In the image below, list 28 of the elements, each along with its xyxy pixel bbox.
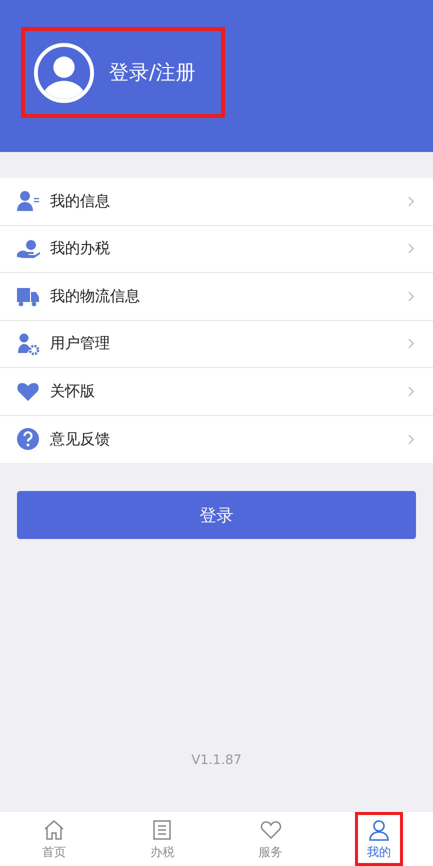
- menu-label: 我的办税: [50, 239, 111, 258]
- menu-item[interactable]: 用户管理: [0, 320, 433, 368]
- avatar-icon: [33, 42, 95, 104]
- chevron-icon: [408, 386, 415, 397]
- menu-label: 用户管理: [50, 334, 111, 354]
- menu-label: 我的物流信息: [50, 286, 141, 306]
- person-card-icon: [16, 189, 40, 214]
- version-text: V1.1.87: [190, 753, 243, 768]
- tab[interactable]: 我的: [354, 812, 403, 866]
- login-register-link[interactable]: 登录/注册: [21, 27, 225, 118]
- home-icon: [42, 818, 66, 842]
- menu-label: 关怀版: [50, 382, 96, 401]
- menu-item[interactable]: 意见反馈: [0, 416, 433, 463]
- menu-item[interactable]: 关怀版: [0, 368, 433, 416]
- chevron-icon: [408, 243, 415, 254]
- menu-item[interactable]: 我的办税: [0, 226, 433, 273]
- chevron-icon: [408, 434, 415, 445]
- menu-label: 我的信息: [50, 192, 111, 211]
- person-icon: [366, 818, 391, 842]
- menu-item[interactable]: 我的信息: [0, 178, 433, 226]
- menu-label: 意见反馈: [50, 430, 111, 449]
- help-icon: [16, 427, 40, 452]
- login-button[interactable]: 登录: [17, 491, 416, 539]
- chevron-icon: [408, 290, 415, 302]
- person-gear-icon: [16, 332, 40, 356]
- menu-item[interactable]: 我的物流信息: [0, 273, 433, 320]
- chevron-icon: [408, 338, 415, 350]
- chevron-icon: [408, 196, 415, 207]
